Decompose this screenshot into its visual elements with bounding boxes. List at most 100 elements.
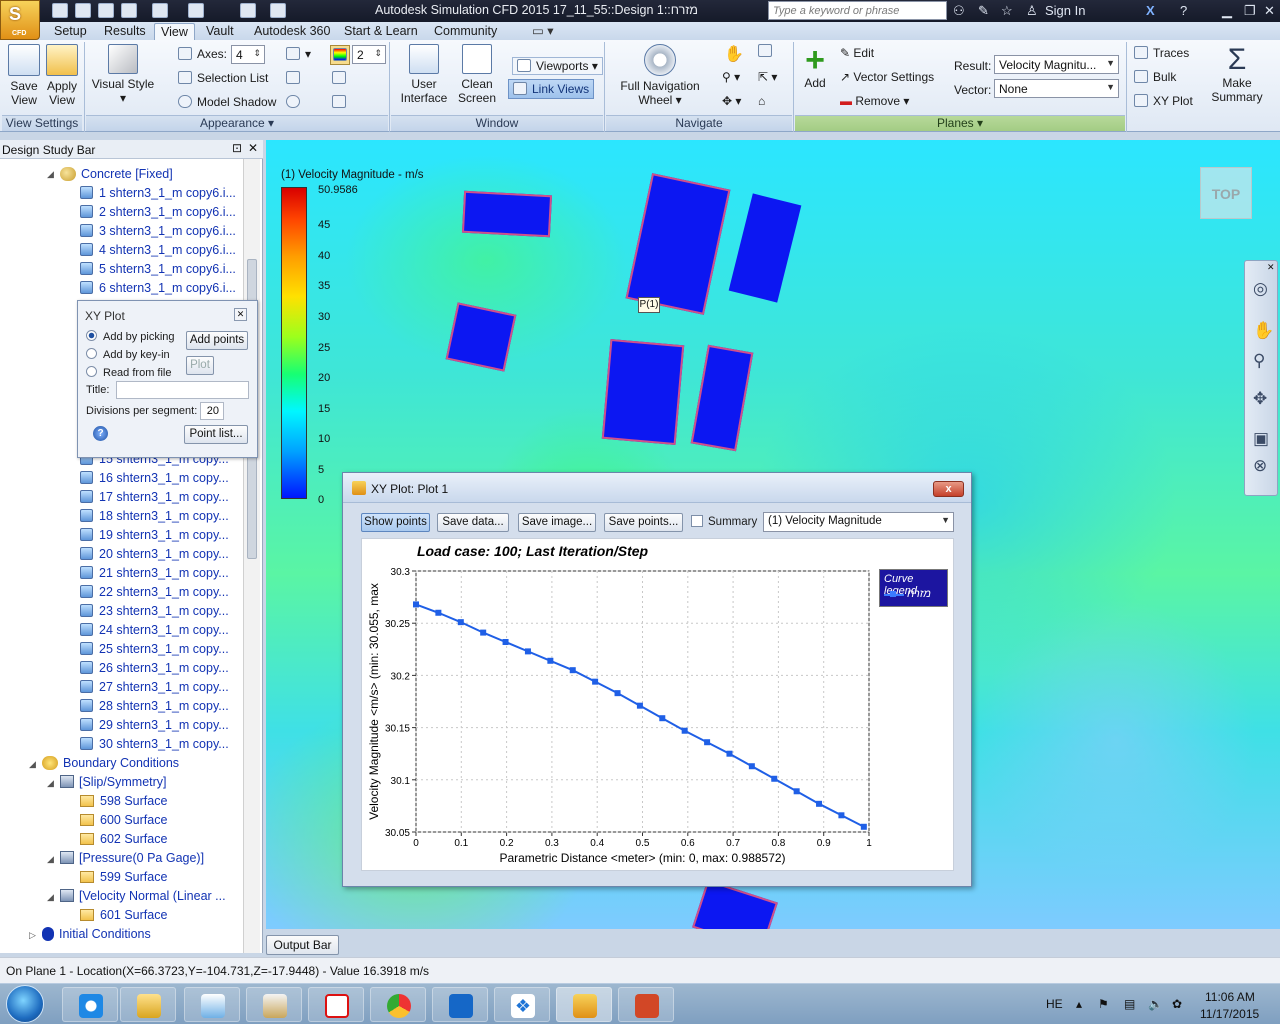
legend-toggle[interactable]: [330, 45, 350, 65]
taskbar-file-explorer[interactable]: [120, 987, 176, 1022]
tree-material-concrete[interactable]: Concrete [Fixed]: [60, 165, 173, 184]
tree-surface[interactable]: 601 Surface: [80, 906, 167, 925]
point-list-button[interactable]: Point list...: [184, 425, 248, 444]
tree-surface[interactable]: 602 Surface: [80, 830, 167, 849]
user-icon[interactable]: ♙: [1026, 3, 1038, 19]
tab-extra-icon[interactable]: ▭ ▾: [526, 23, 560, 40]
collapse-icon[interactable]: ◢: [47, 892, 54, 903]
tree-pressure[interactable]: [Pressure(0 Pa Gage)]: [60, 849, 204, 868]
taskbar-powerpoint[interactable]: [618, 987, 674, 1022]
group-planes[interactable]: Planes ▾: [795, 115, 1125, 131]
design-icon[interactable]: [240, 3, 256, 18]
tree-part[interactable]: 26 shtern3_1_m copy...: [80, 659, 229, 678]
tree-surface[interactable]: 599 Surface: [80, 868, 167, 887]
save-view-button[interactable]: Save View: [4, 44, 44, 107]
group-navigate[interactable]: Navigate: [606, 115, 792, 131]
tree-part[interactable]: 28 shtern3_1_m copy...: [80, 697, 229, 716]
pan-icon[interactable]: ✋: [724, 44, 744, 64]
navbar-close-icon[interactable]: ✕: [1267, 262, 1275, 273]
tree-part[interactable]: 30 shtern3_1_m copy...: [80, 735, 229, 754]
tree-initial-conditions[interactable]: Initial Conditions: [42, 925, 151, 944]
expand-icon[interactable]: ▷: [29, 930, 36, 941]
taskbar-acrobat[interactable]: [308, 987, 364, 1022]
language-indicator[interactable]: HE: [1046, 997, 1063, 1011]
tree-scrollbar[interactable]: [243, 159, 260, 953]
title-input[interactable]: [116, 381, 249, 399]
view-cube-toggle[interactable]: ▾: [286, 47, 311, 61]
tree-part[interactable]: 5 shtern3_1_m copy6.i...: [80, 260, 236, 279]
model-shadow-button[interactable]: Model Shadow: [178, 95, 276, 109]
save-image-button[interactable]: Save image...: [518, 513, 596, 532]
collapse-icon[interactable]: ◢: [29, 759, 36, 770]
result-select[interactable]: Velocity Magnitu... ▼: [994, 55, 1119, 74]
clean-screen-button[interactable]: Clean Screen: [454, 44, 500, 105]
tree-part[interactable]: 18 shtern3_1_m copy...: [80, 507, 229, 526]
tab-setup[interactable]: Setup: [48, 23, 93, 40]
collapse-icon[interactable]: ◢: [47, 778, 54, 789]
edit-plane-button[interactable]: ✎ Edit: [840, 46, 874, 60]
show-points-button[interactable]: Show points: [361, 513, 430, 532]
xy-window-close-button[interactable]: x: [933, 481, 964, 497]
link-views-button[interactable]: Link Views: [508, 79, 595, 99]
tree-part[interactable]: 1 shtern3_1_m copy6.i...: [80, 184, 236, 203]
exchange-icon[interactable]: X: [1146, 3, 1155, 18]
binoculars-icon[interactable]: ⚇: [953, 3, 965, 19]
steering-wheel-icon[interactable]: ◎: [1253, 279, 1268, 299]
network-icon[interactable]: ▤: [1124, 997, 1135, 1011]
point-marker[interactable]: P(1): [638, 297, 660, 313]
zoom-icon[interactable]: ⚲ ▾: [722, 70, 740, 84]
visual-style-button[interactable]: Visual Style ▾: [90, 44, 156, 105]
output-bar-button[interactable]: Output Bar: [266, 935, 339, 955]
taskbar-dropbox[interactable]: ❖: [494, 987, 550, 1022]
star-icon[interactable]: ☆: [1001, 3, 1013, 19]
taskbar-chrome[interactable]: [370, 987, 426, 1022]
open-file-icon[interactable]: [75, 3, 91, 18]
home-icon[interactable]: ⌂: [758, 94, 765, 108]
xy-window-titlebar[interactable]: XY Plot: Plot 1 x: [343, 473, 971, 503]
taskbar-internet-explorer[interactable]: [62, 987, 118, 1022]
vector-select[interactable]: None ▼: [994, 79, 1119, 98]
tree-part[interactable]: 24 shtern3_1_m copy...: [80, 621, 229, 640]
tree-part[interactable]: 2 shtern3_1_m copy6.i...: [80, 203, 236, 222]
tree-surface[interactable]: 600 Surface: [80, 811, 167, 830]
tree-part[interactable]: 25 shtern3_1_m copy...: [80, 640, 229, 659]
close-button[interactable]: ✕: [1264, 3, 1275, 19]
bulk-button[interactable]: Bulk: [1134, 70, 1176, 84]
clock-time[interactable]: 11:06 AM: [1205, 990, 1255, 1004]
look-at-icon[interactable]: ▣: [1253, 429, 1269, 449]
tree-velocity[interactable]: [Velocity Normal (Linear ...: [60, 887, 226, 906]
grid-toggle[interactable]: [286, 71, 305, 85]
tree-part[interactable]: 16 shtern3_1_m copy...: [80, 469, 229, 488]
tree-part[interactable]: 3 shtern3_1_m copy6.i...: [80, 222, 236, 241]
copy-toggle[interactable]: [332, 71, 351, 85]
tree-part[interactable]: 17 shtern3_1_m copy...: [80, 488, 229, 507]
tree-part[interactable]: 4 shtern3_1_m copy6.i...: [80, 241, 236, 260]
save-icon[interactable]: [98, 3, 114, 18]
tree-part[interactable]: 19 shtern3_1_m copy...: [80, 526, 229, 545]
look-icon[interactable]: [758, 44, 777, 58]
tree-boundary-conditions[interactable]: Boundary Conditions: [42, 754, 179, 773]
traces-button[interactable]: Traces: [1134, 46, 1189, 60]
zoom-icon[interactable]: ⚲: [1253, 351, 1265, 371]
search-input[interactable]: Type a keyword or phrase: [768, 1, 947, 20]
flag-icon[interactable]: ⚑: [1098, 997, 1109, 1011]
group-appearance[interactable]: Appearance ▾: [86, 115, 388, 131]
pin-icon[interactable]: ⊡: [232, 141, 242, 155]
tree-part[interactable]: 27 shtern3_1_m copy...: [80, 678, 229, 697]
tab-results[interactable]: Results: [98, 23, 152, 40]
orbit-icon[interactable]: ✥: [1253, 389, 1267, 409]
selection-list-button[interactable]: Selection List: [178, 71, 268, 85]
full-navigation-wheel-button[interactable]: Full Navigation Wheel ▾: [612, 44, 708, 107]
undo-icon[interactable]: [152, 3, 168, 18]
taskbar-outlook[interactable]: [432, 987, 488, 1022]
tab-view[interactable]: View: [154, 23, 195, 40]
tree-slip-symmetry[interactable]: [Slip/Symmetry]: [60, 773, 167, 792]
add-plane-button[interactable]: + Add: [798, 43, 832, 90]
collapse-icon[interactable]: ◢: [47, 169, 54, 180]
stop-icon[interactable]: ⊗: [1253, 456, 1267, 476]
orbit-icon[interactable]: ✥ ▾: [722, 94, 741, 108]
tree-part[interactable]: 29 shtern3_1_m copy...: [80, 716, 229, 735]
tools-icon[interactable]: ✎: [978, 3, 989, 19]
tree-surface[interactable]: 598 Surface: [80, 792, 167, 811]
legend-spinner[interactable]: 2 ⇕: [352, 45, 386, 64]
